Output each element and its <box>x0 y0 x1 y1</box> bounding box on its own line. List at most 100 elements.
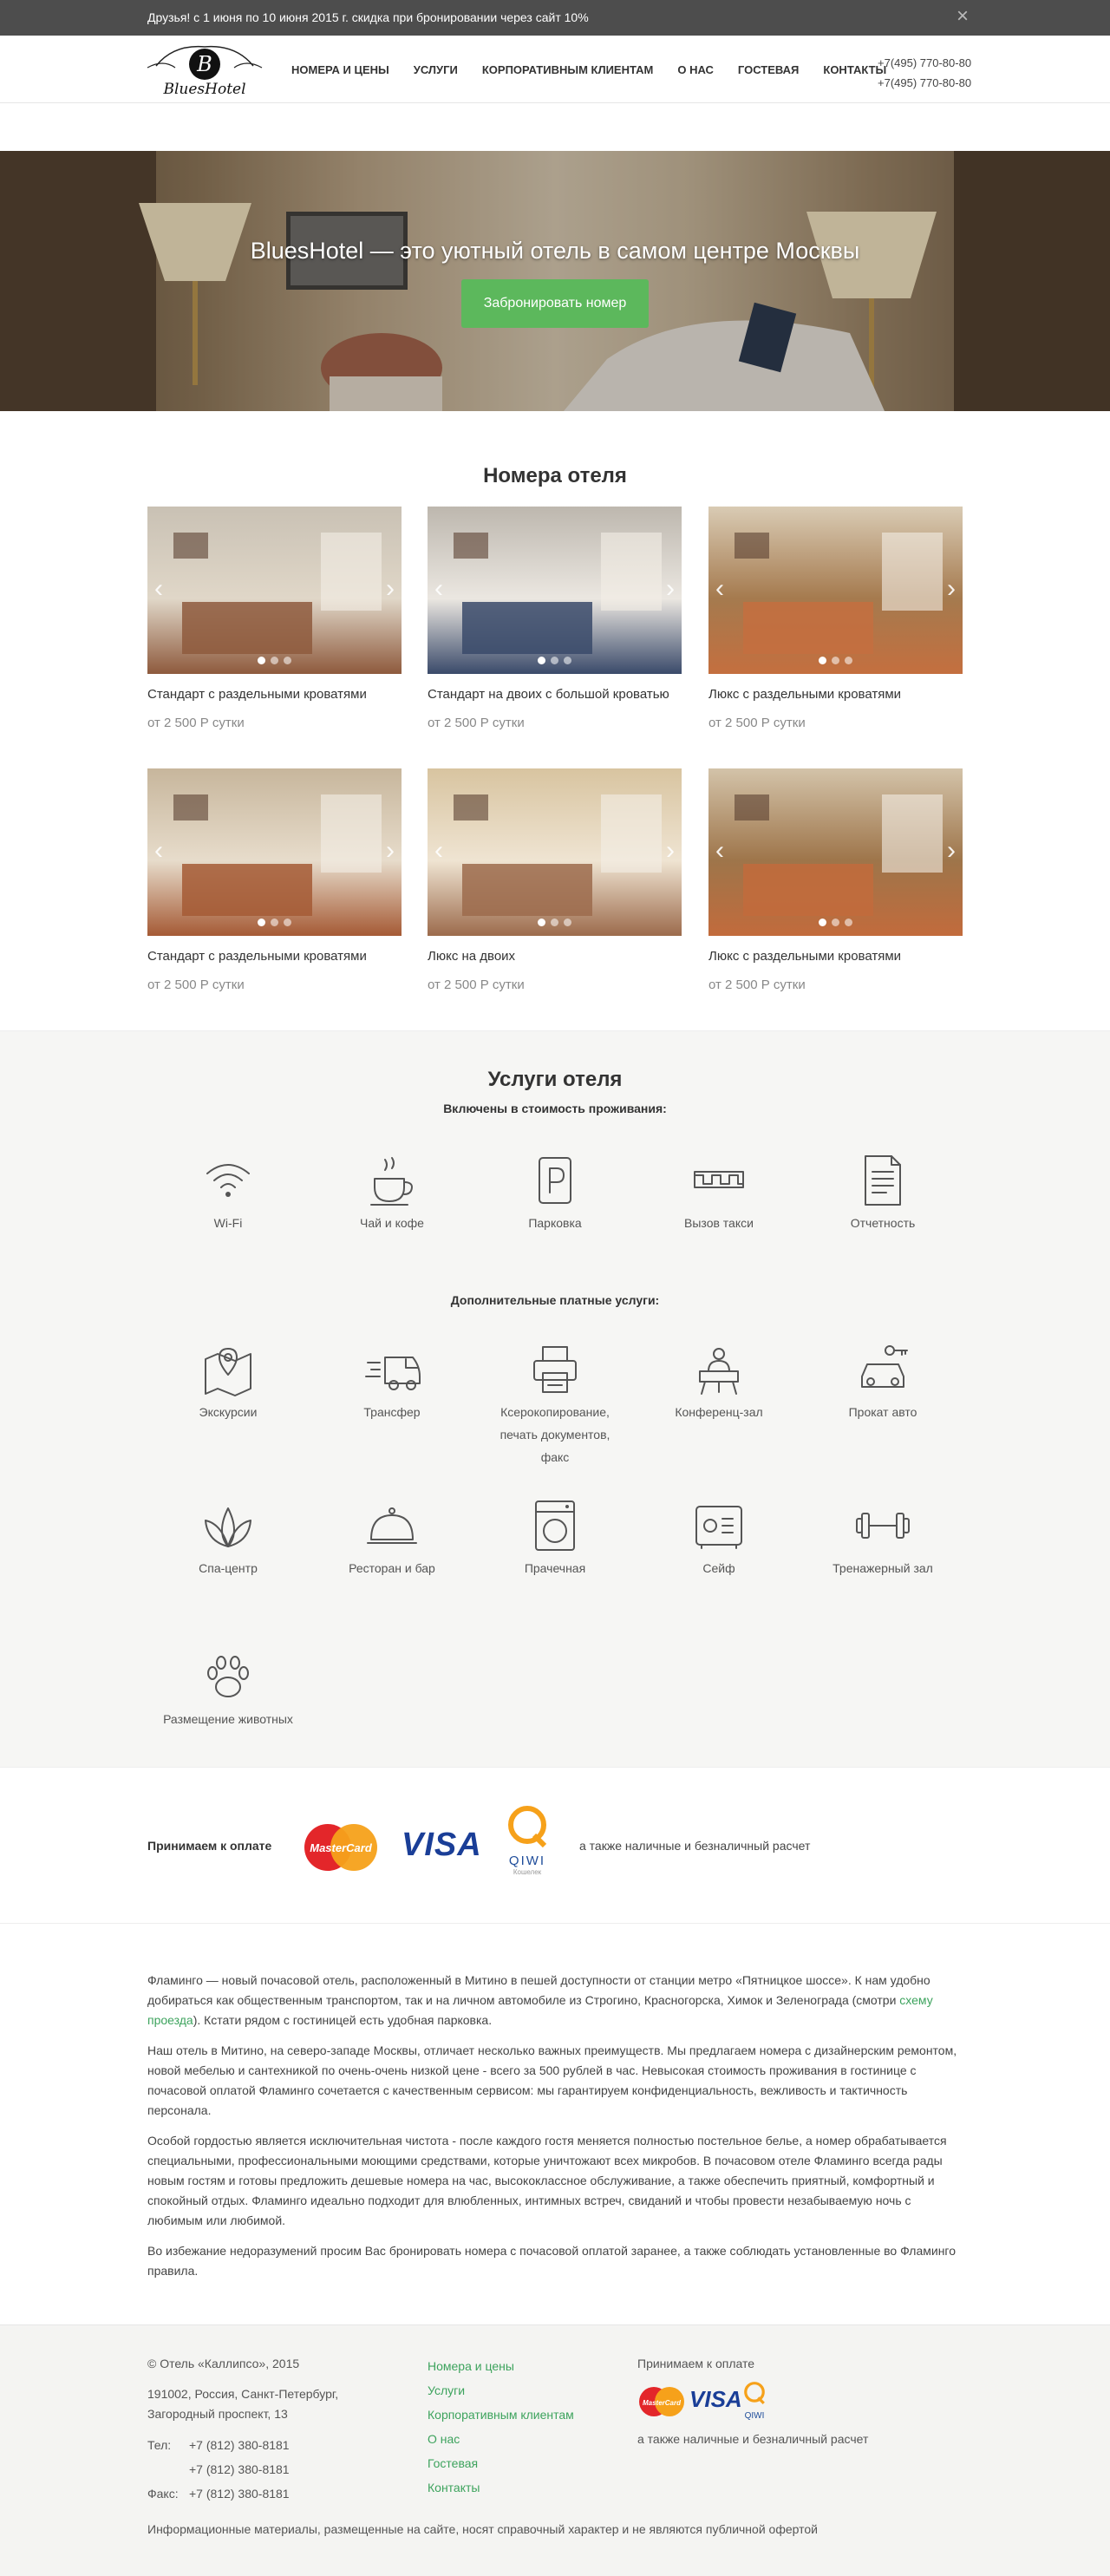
nav-about[interactable]: О НАС <box>677 63 714 76</box>
slider-next-icon[interactable]: › <box>386 838 395 864</box>
room-photo[interactable]: ‹ › <box>708 768 963 936</box>
room-card[interactable]: ‹ › Стандарт с раздельными кроватями от … <box>147 768 402 992</box>
phone-1[interactable]: +7(495) 770-80-80 <box>878 53 971 73</box>
service-item: Размещение животных <box>159 1649 297 1730</box>
room-name[interactable]: Люкс на двоих <box>428 949 682 964</box>
slider-prev-icon[interactable]: ‹ <box>154 838 163 864</box>
footer-link-contacts[interactable]: Контакты <box>428 2475 574 2500</box>
footer-payment-logos: MasterCard VISA QIWI <box>637 2382 868 2422</box>
service-item: Тренажерный зал <box>813 1498 952 1579</box>
mastercard-small-logo: MasterCard <box>639 2387 684 2416</box>
room-card[interactable]: ‹ › Стандарт на двоих с большой кроватью… <box>428 507 682 730</box>
svg-text:MasterCard: MasterCard <box>310 1841 373 1854</box>
qiwi-icon <box>508 1806 547 1848</box>
nav-services[interactable]: УСЛУГИ <box>414 63 458 76</box>
room-name[interactable]: Стандарт с раздельными кроватями <box>147 687 402 702</box>
service-label: Размещение животных <box>163 1712 293 1726</box>
service-label: Спа-центр <box>199 1561 258 1575</box>
slider-prev-icon[interactable]: ‹ <box>154 576 163 602</box>
slider-prev-icon[interactable]: ‹ <box>434 838 443 864</box>
footer-pay-also: а также наличные и безналичный расчет <box>637 2432 869 2446</box>
address-line-2: Загородный проспект, 13 <box>147 2407 288 2421</box>
logo-emblem-icon: B BluesHotel <box>147 45 263 98</box>
room-name[interactable]: Люкс с раздельными кроватями <box>708 687 963 702</box>
service-label: Wi-Fi <box>213 1216 243 1230</box>
room-card[interactable]: ‹ › Люкс на двоих от 2 500 Р сутки <box>428 768 682 992</box>
services-title: Услуги отеля <box>487 1068 623 1091</box>
slider-next-icon[interactable]: › <box>666 838 675 864</box>
rooms-title: Номера отеля <box>483 464 627 487</box>
paw-icon <box>207 1656 249 1697</box>
footer-nav: Номера и цены Услуги Корпоративным клиен… <box>428 2354 574 2500</box>
room-card[interactable]: ‹ › Люкс с раздельными кроватями от 2 50… <box>708 507 963 730</box>
disclaimer: Информационные материалы, размещенные на… <box>147 2522 818 2536</box>
service-item: Прокат авто <box>813 1342 952 1423</box>
room-photo[interactable]: ‹ › <box>147 768 402 936</box>
service-label: Прачечная <box>524 1561 586 1575</box>
book-room-button[interactable]: Забронировать номер <box>461 279 649 328</box>
room-name[interactable]: Люкс с раздельными кроватями <box>708 949 963 964</box>
wifi-icon <box>206 1164 250 1197</box>
about-paragraph-4: Во избежание недоразумений просим Вас бр… <box>147 2244 957 2278</box>
site-header: B BluesHotel НОМЕРА И ЦЕНЫ УСЛУГИ КОРПОР… <box>0 36 1110 103</box>
service-item: Конференц-зал <box>650 1342 788 1423</box>
nav-corporate[interactable]: КОРПОРАТИВНЫМ КЛИЕНТАМ <box>482 63 653 76</box>
room-price: от 2 500 Р сутки <box>708 977 806 992</box>
room-card[interactable]: ‹ › Стандарт с раздельными кроватями от … <box>147 507 402 730</box>
room-photo[interactable]: ‹ › <box>428 507 682 674</box>
service-item: Прачечная <box>486 1498 624 1579</box>
footer-link-services[interactable]: Услуги <box>428 2378 574 2403</box>
room-card[interactable]: ‹ › Люкс с раздельными кроватями от 2 50… <box>708 768 963 992</box>
footer-link-corporate[interactable]: Корпоративным клиентам <box>428 2403 574 2427</box>
copyright: © Отель «Каллипсо», 2015 <box>147 2357 300 2370</box>
footer-link-about[interactable]: О нас <box>428 2427 574 2451</box>
room-name[interactable]: Стандарт на двоих с большой кроватью <box>428 687 682 702</box>
slider-next-icon[interactable]: › <box>947 576 956 602</box>
mastercard-logo: MasterCard <box>304 1824 377 1871</box>
tel-2[interactable]: +7 (812) 380-8181 <box>189 2462 290 2476</box>
slider-prev-icon[interactable]: ‹ <box>715 576 724 602</box>
included-title: Включены в стоимость проживания: <box>443 1102 667 1115</box>
slider-prev-icon[interactable]: ‹ <box>715 838 724 864</box>
about-paragraph-2: Наш отель в Митино, на северо-западе Мос… <box>147 2043 957 2117</box>
service-label: Сейф <box>702 1561 735 1575</box>
room-price: от 2 500 Р сутки <box>428 716 525 730</box>
service-item: Трансфер <box>323 1342 461 1423</box>
lotus-spa-icon <box>205 1507 251 1547</box>
room-photo[interactable]: ‹ › <box>147 507 402 674</box>
logo[interactable]: B BluesHotel <box>139 40 271 99</box>
nav-guestbook[interactable]: ГОСТЕВАЯ <box>738 63 799 76</box>
tel-1[interactable]: +7 (812) 380-8181 <box>189 2438 290 2452</box>
nav-rooms[interactable]: НОМЕРА И ЦЕНЫ <box>291 63 389 76</box>
slider-dots <box>428 915 682 931</box>
slider-dots <box>708 915 963 931</box>
service-label: Чай и кофе <box>360 1216 424 1230</box>
conference-icon <box>699 1348 739 1395</box>
coffee-cup-icon <box>370 1157 413 1206</box>
promo-text: Друзья! с 1 июня по 10 июня 2015 г. скид… <box>147 10 589 24</box>
promo-bar: Друзья! с 1 июня по 10 июня 2015 г. скид… <box>0 0 1110 36</box>
service-item: Wi-Fi <box>159 1153 297 1234</box>
room-name[interactable]: Стандарт с раздельными кроватями <box>147 949 402 964</box>
service-item: Отчетность <box>813 1153 952 1234</box>
footer-link-guestbook[interactable]: Гостевая <box>428 2451 574 2475</box>
map-pin-icon <box>205 1348 251 1396</box>
room-photo[interactable]: ‹ › <box>708 507 963 674</box>
slider-next-icon[interactable]: › <box>386 576 395 602</box>
footer-link-rooms[interactable]: Номера и цены <box>428 2354 574 2378</box>
fax-label: Факс: <box>147 2487 179 2501</box>
slider-next-icon[interactable]: › <box>947 838 956 864</box>
site-footer: © Отель «Каллипсо», 2015 191002, Россия,… <box>0 2324 1110 2576</box>
slider-prev-icon[interactable]: ‹ <box>434 576 443 602</box>
phone-2[interactable]: +7(495) 770-80-80 <box>878 73 971 93</box>
footer-pay-label: Принимаем к оплате <box>637 2357 755 2370</box>
slider-next-icon[interactable]: › <box>666 576 675 602</box>
washing-machine-icon <box>535 1500 575 1551</box>
close-icon[interactable]: × <box>957 6 969 27</box>
document-icon <box>865 1155 901 1206</box>
footer-payment: Принимаем к оплате MasterCard VISA QIWI … <box>637 2354 868 2449</box>
service-item: Вызов такси <box>650 1153 788 1234</box>
footer-contacts: © Отель «Каллипсо», 2015 191002, Россия,… <box>147 2354 338 2506</box>
service-item: Спа-центр <box>159 1498 297 1579</box>
room-photo[interactable]: ‹ › <box>428 768 682 936</box>
